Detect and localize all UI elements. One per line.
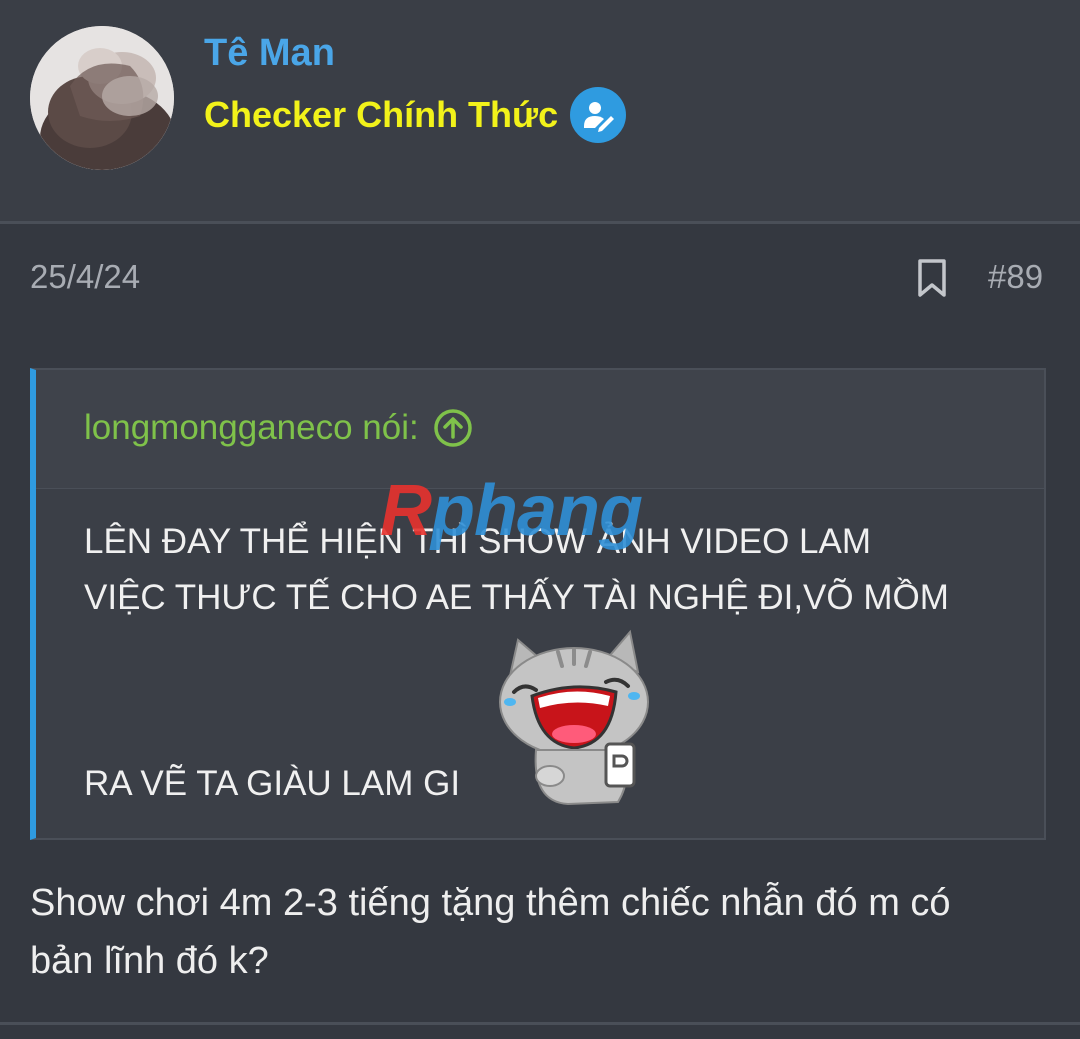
user-title-row: Checker Chính Thức: [204, 86, 627, 144]
avatar[interactable]: [30, 26, 174, 170]
user-title: Checker Chính Thức: [204, 94, 559, 135]
quote-text-line: RA VẼ TA GIÀU LAM GI: [84, 764, 461, 803]
post-body-line: bản lĩnh đó k?: [30, 940, 269, 982]
quote-author[interactable]: longmongganeco nói:: [84, 408, 419, 448]
verified-checker-icon: [570, 87, 627, 143]
post-body-line: Show chơi 4m 2-3 tiếng tặng thêm chiếc n…: [30, 882, 951, 924]
username-link[interactable]: Tê Man: [204, 32, 335, 75]
bookmark-icon[interactable]: [916, 258, 948, 298]
watermark-letter: R: [380, 471, 432, 551]
site-watermark: Rphang: [380, 470, 643, 552]
arrow-up-circle-icon[interactable]: [433, 408, 473, 448]
quote-author-link[interactable]: longmongganeco nói:: [84, 408, 473, 448]
post-divider: [0, 1022, 1080, 1025]
post-number-link[interactable]: #89: [988, 258, 1043, 296]
post-author-header: Tê Man Checker Chính Thức: [0, 0, 1080, 221]
laughing-cat-sticker: [499, 629, 649, 806]
header-divider: [0, 221, 1080, 224]
quote-text-line: VIỆC THƯC TẾ CHO AE THẤY TÀI NGHỆ ĐI,VÕ …: [84, 578, 949, 617]
quote-block: longmongganeco nói: LÊN ĐAY THỂ HIỆN THÌ…: [30, 368, 1046, 840]
avatar-photo: [30, 26, 174, 170]
forum-post: Tê Man Checker Chính Thức 25/4/24 #89 lo…: [0, 0, 1080, 1039]
post-date[interactable]: 25/4/24: [30, 258, 140, 296]
watermark-text: phang: [431, 471, 643, 551]
